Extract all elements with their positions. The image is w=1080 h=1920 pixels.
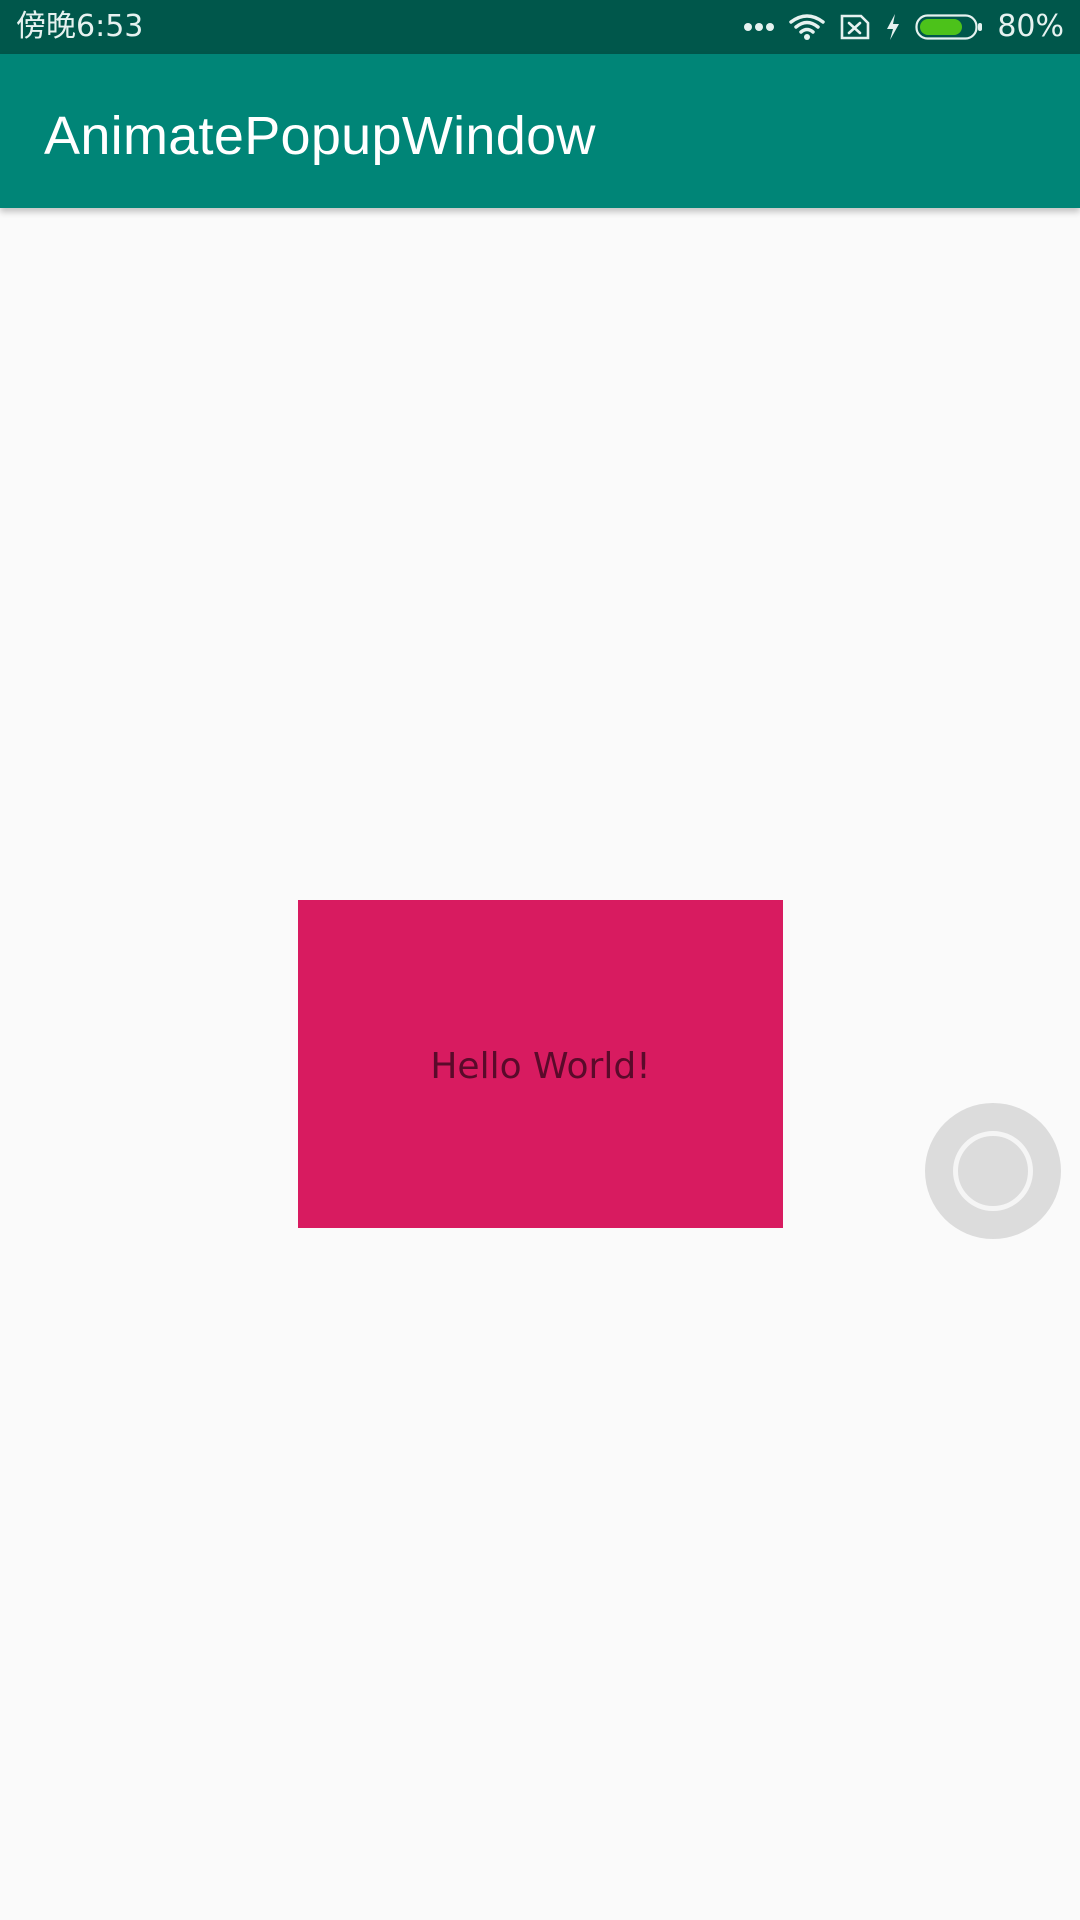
status-icons: 80% bbox=[743, 8, 1064, 46]
status-time: 傍晚6:53 bbox=[16, 9, 144, 44]
battery-icon bbox=[915, 13, 983, 41]
app-title: AnimatePopupWindow bbox=[44, 106, 596, 166]
status-bar: 傍晚6:53 80% bbox=[0, 0, 1080, 54]
assistive-touch-button[interactable] bbox=[925, 1103, 1061, 1239]
more-dots-icon bbox=[743, 22, 775, 32]
popup-text: Hello World! bbox=[430, 1045, 651, 1087]
no-sim-icon bbox=[839, 13, 871, 41]
battery-percent: 80% bbox=[997, 9, 1064, 44]
screen: 傍晚6:53 80% AnimatePopupWindow Hello Worl… bbox=[0, 0, 1080, 1920]
wifi-icon bbox=[789, 13, 826, 41]
assistive-ring-icon bbox=[953, 1131, 1033, 1211]
charging-bolt-icon bbox=[885, 13, 901, 41]
popup-window[interactable]: Hello World! bbox=[298, 900, 783, 1228]
app-bar: AnimatePopupWindow bbox=[0, 54, 1080, 208]
